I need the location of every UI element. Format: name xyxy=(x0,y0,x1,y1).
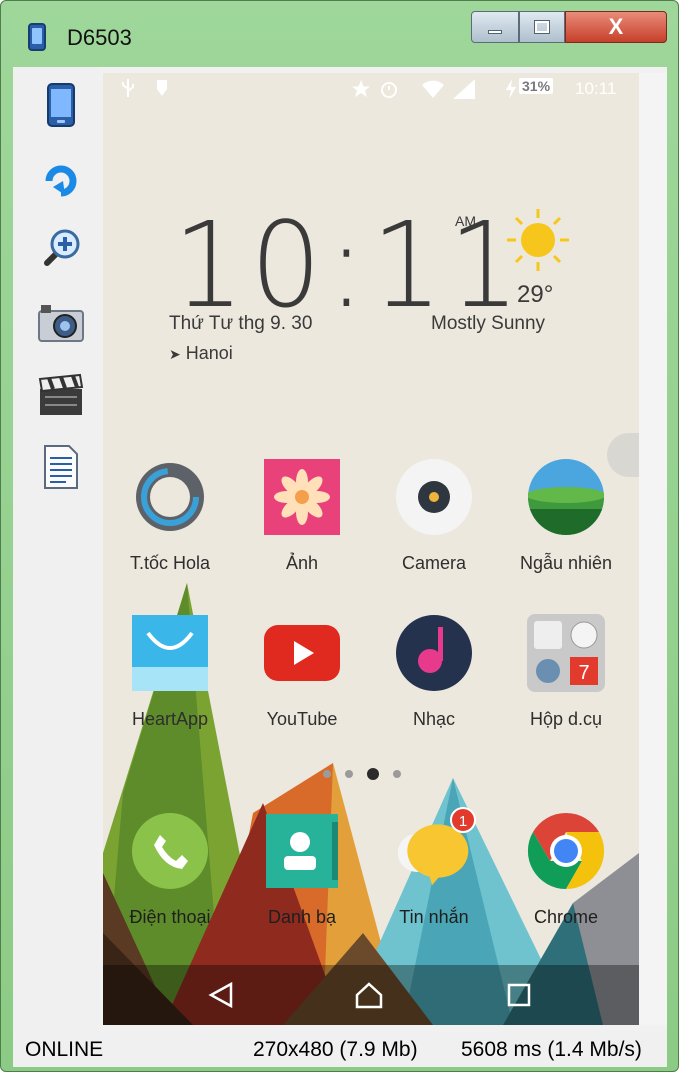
document-icon xyxy=(44,445,78,489)
app-label: Ảnh xyxy=(285,553,319,573)
app-label: Ngẫu nhiên xyxy=(519,553,613,573)
dock-contacts[interactable]: Danh bạ xyxy=(237,811,367,928)
page-dot[interactable] xyxy=(345,770,353,778)
alarm-icon xyxy=(379,79,399,104)
back-button[interactable] xyxy=(199,973,243,1017)
signal-icon xyxy=(453,79,475,104)
rotate-button[interactable] xyxy=(37,155,85,203)
record-button[interactable] xyxy=(37,371,85,419)
dock-chrome[interactable]: Chrome xyxy=(501,811,631,928)
right-margin xyxy=(639,73,667,1025)
app-label: Danh bạ xyxy=(267,907,337,927)
toolbox-folder-icon: 7 xyxy=(526,613,606,693)
left-toolbar xyxy=(13,67,99,1031)
clock-location: ➤ Hanoi xyxy=(169,343,233,364)
wifi-icon xyxy=(421,79,445,104)
app-heartapp[interactable]: HeartApp xyxy=(105,613,235,730)
photos-flower-icon xyxy=(262,457,342,537)
location-arrow-icon: ➤ xyxy=(169,346,181,362)
phone-icon xyxy=(47,83,75,127)
app-label: Nhạc xyxy=(412,709,456,729)
unread-badge: 1 xyxy=(450,807,476,833)
device-phone-icon xyxy=(28,23,46,51)
status-time: 10:11 xyxy=(575,79,617,98)
close-icon: X xyxy=(608,14,624,39)
weather-description: Mostly Sunny xyxy=(431,313,546,334)
page-indicator xyxy=(323,768,401,780)
location-name: Hanoi xyxy=(185,343,233,363)
zoom-in-icon xyxy=(44,229,80,266)
app-label: Hộp d.cụ xyxy=(529,709,603,729)
sun-icon xyxy=(507,209,569,271)
phone-button[interactable] xyxy=(37,81,85,129)
dock-phone[interactable]: Điện thoại xyxy=(105,811,235,928)
app-label: YouTube xyxy=(266,709,338,729)
contacts-person-icon xyxy=(262,811,342,891)
recents-square-icon xyxy=(507,983,531,1007)
app-hola-launcher[interactable]: T.tốc Hola xyxy=(105,457,235,574)
phone-screen[interactable]: 31% 10:11 10:11 AM Thứ Tư thg 9. 30 ➤ Ha… xyxy=(103,73,639,1025)
status-bar: 31% 10:11 xyxy=(103,73,639,107)
toolbox-tile-number: 7 xyxy=(578,662,589,684)
message-bubble-icon: 1 xyxy=(394,807,476,891)
maximize-icon xyxy=(534,20,550,34)
minimize-icon xyxy=(488,30,502,34)
app-toolbox[interactable]: 7 Hộp d.cụ xyxy=(501,613,631,730)
app-photos[interactable]: Ảnh xyxy=(237,457,367,574)
hola-icon xyxy=(130,457,210,537)
window-title: D6503 xyxy=(67,25,132,50)
page-dot[interactable] xyxy=(323,770,331,778)
app-camera[interactable]: Camera xyxy=(369,457,499,574)
resolution-info: 270x480 (7.9 Mb) xyxy=(253,1038,418,1061)
connection-status: ONLINE xyxy=(25,1038,104,1061)
rotate-icon xyxy=(45,165,77,197)
app-random[interactable]: Ngẫu nhiên xyxy=(501,457,631,574)
screenshot-button[interactable] xyxy=(37,299,85,347)
app-label: Tin nhắn xyxy=(399,907,469,927)
app-window: D6503 X 31% 10:11 10:11 AM Thứ Tư thg 9.… xyxy=(0,0,679,1072)
app-label: HeartApp xyxy=(131,709,209,729)
random-landscape-icon xyxy=(526,457,606,537)
navigation-bar xyxy=(103,965,639,1025)
app-label: Camera xyxy=(401,553,467,573)
dock-messages[interactable]: 1 Tin nhắn xyxy=(369,807,499,928)
chrome-icon xyxy=(526,811,606,891)
star-icon xyxy=(351,79,371,104)
app-youtube[interactable]: YouTube xyxy=(237,613,367,730)
home-house-icon xyxy=(355,982,383,1009)
clock-ampm: AM xyxy=(455,213,476,229)
maximize-button[interactable] xyxy=(519,11,565,43)
app-label: T.tốc Hola xyxy=(129,553,211,573)
phone-handset-icon xyxy=(130,811,210,891)
weather-temperature: 29° xyxy=(517,281,554,308)
battery-badge: 31% xyxy=(519,78,554,94)
page-dot-active[interactable] xyxy=(367,768,379,780)
page-dot[interactable] xyxy=(393,770,401,778)
youtube-icon xyxy=(262,613,342,693)
clock-date: Thứ Tư thg 9. 30 xyxy=(169,313,313,334)
music-note-icon xyxy=(394,613,474,693)
home-button[interactable] xyxy=(347,973,391,1017)
latency-info: 5608 ms (1.4 Mb/s) xyxy=(461,1038,642,1061)
camera-lens-icon xyxy=(394,457,474,537)
notification-pin-icon xyxy=(155,79,169,102)
back-triangle-icon xyxy=(208,981,233,1009)
log-button[interactable] xyxy=(37,443,85,491)
app-label: Chrome xyxy=(533,907,599,927)
app-music[interactable]: Nhạc xyxy=(369,613,499,730)
zoom-button[interactable] xyxy=(37,225,85,273)
close-button[interactable]: X xyxy=(565,11,667,43)
minimize-button[interactable] xyxy=(471,11,519,43)
usb-icon xyxy=(121,79,135,102)
recents-button[interactable] xyxy=(497,973,541,1017)
camera-icon xyxy=(38,305,84,342)
clapperboard-icon xyxy=(38,373,84,415)
status-line: ONLINE 270x480 (7.9 Mb) 5608 ms (1.4 Mb/… xyxy=(13,1031,667,1067)
title-bar[interactable]: D6503 X xyxy=(1,1,678,65)
charging-icon xyxy=(505,79,517,104)
heartapp-bag-icon xyxy=(130,613,210,693)
app-label: Điện thoại xyxy=(129,907,211,927)
